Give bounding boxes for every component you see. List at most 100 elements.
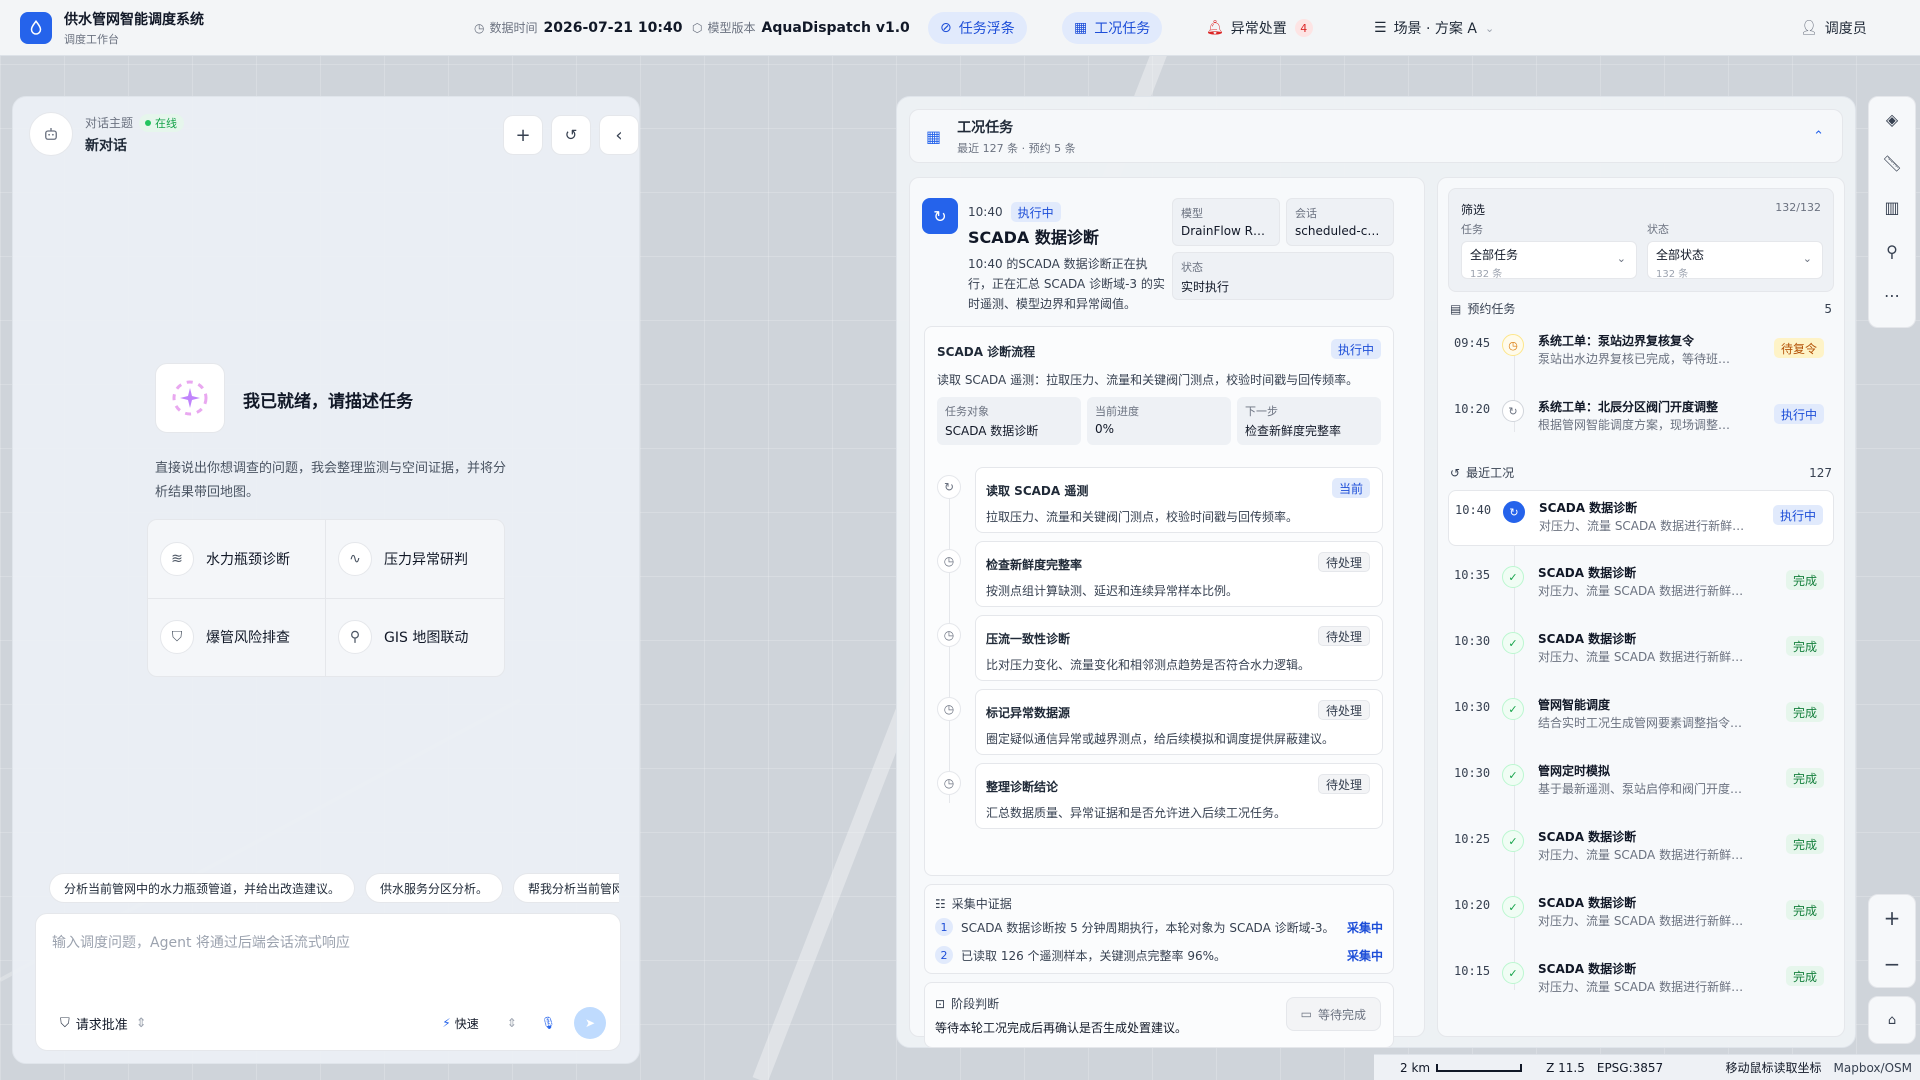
- new-chat-button[interactable]: +: [503, 115, 543, 155]
- suggestion-chip[interactable]: 分析当前管网中的水力瓶颈管道，并给出改造建议。: [49, 873, 356, 903]
- step-desc: 汇总数据质量、异常证据和是否允许进入后续工况任务。: [986, 806, 1287, 820]
- flow-step[interactable]: 整理诊断结论 汇总数据质量、异常证据和是否允许进入后续工况任务。 待处理: [975, 763, 1383, 829]
- flow-step[interactable]: 标记异常数据源 圈定疑似通信异常或越界测点，给后续模拟和调度提供屏蔽建议。 待处…: [975, 689, 1383, 755]
- loading-icon: ↻: [1503, 501, 1525, 523]
- chart-icon[interactable]: ▥: [1869, 185, 1915, 229]
- recent-item[interactable]: 10:25 ✓ SCADA 数据诊断 对压力、流量 SCADA 数据进行新鲜度……: [1448, 820, 1834, 876]
- history-button[interactable]: ↺: [551, 115, 591, 155]
- item-time: 10:20: [1454, 402, 1491, 416]
- chevron-up-icon[interactable]: ⌃: [1813, 129, 1824, 144]
- evidence-text: 已读取 126 个遥测样本，关键测点完整率 96%。: [961, 948, 1227, 963]
- recent-item[interactable]: 10:20 ✓ SCADA 数据诊断 对压力、流量 SCADA 数据进行新鲜度……: [1448, 886, 1834, 942]
- suggestion-chip[interactable]: 供水服务分区分析。: [365, 873, 504, 903]
- evidence-row: 1 SCADA 数据诊断按 5 分钟周期执行，本轮对象为 SCADA 诊断域-3…: [935, 917, 1383, 937]
- task-filter-count: 132 条: [1470, 269, 1503, 280]
- app-title: 供水管网智能调度系统: [64, 11, 204, 28]
- approval-selector[interactable]: ⛉ 请求批准 ⇕: [60, 1014, 147, 1033]
- quick-action-bottleneck[interactable]: ≋ 水力瓶颈诊断: [148, 520, 326, 599]
- collapse-chat-button[interactable]: ‹: [599, 115, 639, 155]
- quick-action-pressure[interactable]: ∿ 压力异常研判: [326, 520, 504, 599]
- step-status-tag: 待处理: [1317, 626, 1370, 646]
- recent-item[interactable]: 10:35 ✓ SCADA 数据诊断 对压力、流量 SCADA 数据进行新鲜度……: [1448, 556, 1834, 612]
- chat-header: 对话主题 在线 新对话 + ↺ ‹: [29, 111, 639, 157]
- layers-icon[interactable]: ◈: [1869, 97, 1915, 141]
- flow-step[interactable]: 读取 SCADA 遥测 拉取压力、流量和关键阀门测点，校验时间戳与回传频率。 当…: [975, 467, 1383, 533]
- recent-item[interactable]: 10:15 ✓ SCADA 数据诊断 对压力、流量 SCADA 数据进行新鲜度……: [1448, 952, 1834, 1008]
- suggestion-chip[interactable]: 帮我分析当前管网: [513, 873, 619, 903]
- item-desc: 对压力、流量 SCADA 数据进行新鲜度…: [1538, 980, 1750, 994]
- check-icon: ✓: [1502, 698, 1524, 720]
- more-icon[interactable]: ⋯: [1869, 273, 1915, 317]
- tasks-header[interactable]: ▦ 工况任务 最近 127 条 · 预约 5 条 ⌃: [909, 109, 1843, 163]
- mode-selector[interactable]: ⚡︎ 快速 ⇕: [442, 1015, 517, 1032]
- check-icon: ✓: [1502, 962, 1524, 984]
- flow-target-value: SCADA 数据诊断: [945, 424, 1039, 438]
- scenario-label: 场景 · 方案 A: [1393, 21, 1477, 37]
- scheduled-label: 预约任务: [1467, 302, 1516, 316]
- quick-action-label: 水力瓶颈诊断: [206, 551, 290, 568]
- nav-float-tasks[interactable]: ⊘ 任务浮条: [928, 12, 1027, 44]
- user-menu[interactable]: 👤︎ 调度员: [1788, 12, 1879, 44]
- item-status: 待复令: [1773, 338, 1824, 358]
- flow-step[interactable]: 检查新鲜度完整率 按测点组计算缺测、延迟和连续异常样本比例。 待处理: [975, 541, 1383, 607]
- recent-item[interactable]: 10:30 ✓ SCADA 数据诊断 对压力、流量 SCADA 数据进行新鲜… …: [1448, 622, 1834, 678]
- task-filter: 筛选 132/132 任务 状态 全部任务 132 条 ⌄ 全部状态 132 条…: [1448, 188, 1834, 292]
- eye-off-icon: ⊘: [940, 20, 952, 36]
- ruler-icon[interactable]: 📏︎: [1869, 141, 1915, 185]
- state-filter-select[interactable]: 全部状态 132 条 ⌄: [1647, 241, 1823, 280]
- zoom-in-button[interactable]: +: [1869, 895, 1915, 941]
- wait-button[interactable]: ▭ 等待完成: [1285, 997, 1381, 1031]
- chat-composer: 输入调度问题，Agent 将通过后端会话流式响应 ⛉ 请求批准 ⇕ ⚡︎ 快速 …: [35, 913, 621, 1051]
- item-time: 10:15: [1454, 964, 1491, 978]
- shield-icon: ⛉: [60, 1015, 70, 1031]
- item-time: 10:25: [1454, 832, 1491, 846]
- map-toolbar: ◈ 📏︎ ▥ ⚲ ⋯: [1868, 96, 1916, 328]
- recent-item[interactable]: 10:40 ↻ SCADA 数据诊断 对压力、流量 SCADA 数据进行新鲜… …: [1448, 490, 1834, 546]
- recent-item[interactable]: 10:30 ✓ 管网智能调度 结合实时工况生成管网要素调整指令… 完成: [1448, 688, 1834, 744]
- judge-desc: 等待本轮工况完成后再确认是否生成处置建议。: [935, 1021, 1188, 1035]
- nav-work-tasks[interactable]: ▦ 工况任务: [1062, 12, 1163, 44]
- chat-input[interactable]: 输入调度问题，Agent 将通过后端会话流式响应: [52, 932, 350, 952]
- user-pin-icon: ⚲: [338, 620, 372, 655]
- task-filter-select[interactable]: 全部任务 132 条 ⌄: [1461, 241, 1637, 280]
- task-status-tag: 执行中: [1010, 202, 1061, 222]
- item-desc: 对压力、流量 SCADA 数据进行新鲜度…: [1538, 848, 1750, 862]
- step-title: 压流一致性诊断: [986, 632, 1071, 646]
- nav-anomaly[interactable]: 🔔︎ 异常处置 4: [1194, 12, 1325, 44]
- quick-action-burst[interactable]: ⛉ 爆管风险排查: [148, 598, 326, 676]
- topic-label: 对话主题: [85, 116, 134, 130]
- scheduled-item[interactable]: 10:20 ↻ 系统工单：北辰分区阀门开度调整 根据管网智能调度方案，现场调整……: [1448, 390, 1834, 446]
- scheduled-header: ▤ 预约任务 5: [1450, 300, 1832, 317]
- home-button[interactable]: ⌂: [1868, 996, 1916, 1044]
- scheduled-item[interactable]: 09:45 ◷ 系统工单：泵站边界复核复令 泵站出水边界复核已完成，等待班… 待…: [1448, 324, 1834, 380]
- meta-model: 模型 DrainFlow R…: [1172, 198, 1280, 246]
- zoom-out-button[interactable]: −: [1869, 941, 1915, 987]
- recent-header: ↺ 最近工况 127: [1450, 464, 1832, 481]
- quick-action-label: GIS 地图联动: [384, 630, 469, 647]
- user-name: 调度员: [1824, 21, 1867, 37]
- item-title: SCADA 数据诊断: [1538, 566, 1637, 580]
- step-desc: 比对压力变化、流量变化和相邻测点趋势是否符合水力逻辑。: [986, 658, 1311, 672]
- step-desc: 拉取压力、流量和关键阀门测点，校验时间戳与回传频率。: [986, 510, 1299, 524]
- flow-next: 下一步 检查新鲜度完整率: [1237, 397, 1381, 445]
- coords-hint: 移动鼠标读取坐标: [1725, 1061, 1822, 1075]
- scenario-selector[interactable]: ☰ 场景 · 方案 A ⌄: [1362, 12, 1506, 44]
- meta-session-label: 会话: [1295, 207, 1317, 220]
- step-title: 读取 SCADA 遥测: [986, 484, 1089, 498]
- recent-item[interactable]: 10:30 ✓ 管网定时模拟 基于最新遥测、泵站启停和阀门开度… 完成: [1448, 754, 1834, 810]
- check-icon: ✓: [1502, 566, 1524, 588]
- zoom-level: Z 11.5: [1546, 1060, 1585, 1075]
- step-desc: 圈定疑似通信异常或越界测点，给后续模拟和调度提供屏蔽建议。: [986, 732, 1335, 746]
- flow-step[interactable]: 压流一致性诊断 比对压力变化、流量变化和相邻测点趋势是否符合水力逻辑。 待处理: [975, 615, 1383, 681]
- send-button[interactable]: ➤: [574, 1007, 606, 1039]
- user-pin-icon[interactable]: ⚲: [1869, 229, 1915, 273]
- mic-icon[interactable]: 🎙︎: [541, 1016, 556, 1030]
- evidence-box: ☷ 采集中证据 1 SCADA 数据诊断按 5 分钟周期执行，本轮对象为 SCAD…: [924, 884, 1394, 974]
- scheduled-count: 5: [1824, 301, 1832, 316]
- item-title: SCADA 数据诊断: [1538, 896, 1637, 910]
- empty-state-title: 我已就绪，请描述任务: [243, 392, 413, 412]
- cube-icon: ⬡: [692, 20, 703, 35]
- item-time: 10:40: [1455, 503, 1492, 517]
- item-title: 管网定时模拟: [1538, 764, 1611, 778]
- quick-action-gis[interactable]: ⚲ GIS 地图联动: [326, 599, 504, 677]
